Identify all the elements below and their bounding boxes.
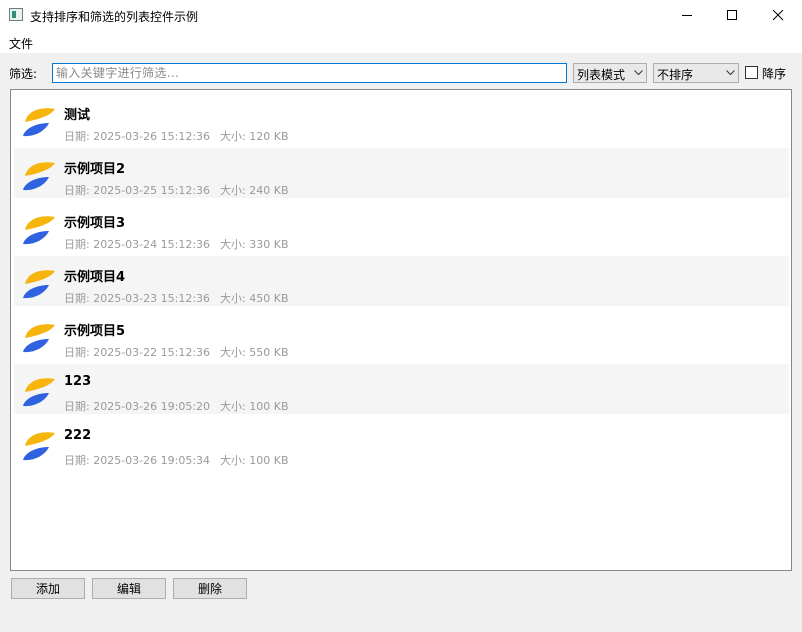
item-icon (23, 162, 55, 191)
delete-button[interactable]: 删除 (173, 578, 247, 599)
item-meta: 日期: 2025-03-25 15:12:36 大小: 240 KB (64, 184, 289, 197)
menu-file[interactable]: 文件 (9, 35, 33, 52)
item-icon (23, 378, 55, 407)
close-button[interactable] (755, 0, 801, 31)
sort-mode-value: 不排序 (657, 68, 694, 82)
item-size: 550 KB (249, 346, 289, 359)
sort-mode-select[interactable]: 不排序 (653, 63, 739, 83)
item-icon (23, 108, 55, 137)
item-list[interactable]: 测试 日期: 2025-03-26 15:12:36 大小: 120 KB 示例项… (10, 89, 792, 571)
item-date: 2025-03-26 19:05:34 (93, 454, 211, 467)
item-icon (23, 270, 55, 299)
item-meta: 日期: 2025-03-22 15:12:36 大小: 550 KB (64, 346, 289, 359)
view-mode-value: 列表模式 (577, 68, 626, 82)
list-item[interactable]: 222 日期: 2025-03-26 19:05:34 大小: 100 KB (14, 418, 789, 468)
item-date: 2025-03-23 15:12:36 (93, 292, 211, 305)
item-size: 100 KB (249, 400, 289, 413)
item-name: 222 (64, 428, 92, 443)
chevron-down-icon (634, 70, 643, 76)
edit-button[interactable]: 编辑 (92, 578, 166, 599)
maximize-icon (726, 10, 737, 20)
item-date: 2025-03-26 19:05:20 (93, 400, 211, 413)
item-icon (23, 216, 55, 245)
item-date: 2025-03-26 15:12:36 (93, 130, 211, 143)
item-size: 330 KB (249, 238, 289, 251)
item-name: 示例项目5 (64, 324, 126, 339)
item-meta: 日期: 2025-03-24 15:12:36 大小: 330 KB (64, 238, 289, 251)
item-icon (23, 324, 55, 353)
item-size: 450 KB (249, 292, 289, 305)
descending-label[interactable]: 降序 (762, 65, 786, 82)
chevron-down-icon (726, 70, 735, 76)
item-meta: 日期: 2025-03-26 19:05:20 大小: 100 KB (64, 400, 289, 413)
item-meta: 日期: 2025-03-23 15:12:36 大小: 450 KB (64, 292, 289, 305)
descending-checkbox[interactable] (745, 66, 758, 79)
item-size: 240 KB (249, 184, 289, 197)
list-item[interactable]: 示例项目5 日期: 2025-03-22 15:12:36 大小: 550 KB (14, 310, 789, 360)
item-meta: 日期: 2025-03-26 19:05:34 大小: 100 KB (64, 454, 289, 467)
item-date: 2025-03-25 15:12:36 (93, 184, 211, 197)
item-name: 123 (64, 374, 92, 389)
title-bar: 支持排序和筛选的列表控件示例 (0, 0, 802, 31)
list-item[interactable]: 示例项目2 日期: 2025-03-25 15:12:36 大小: 240 KB (14, 148, 789, 198)
app-icon (9, 8, 23, 21)
item-size: 120 KB (249, 130, 289, 143)
item-meta: 日期: 2025-03-26 15:12:36 大小: 120 KB (64, 130, 289, 143)
list-item[interactable]: 示例项目4 日期: 2025-03-23 15:12:36 大小: 450 KB (14, 256, 789, 306)
list-item[interactable]: 123 日期: 2025-03-26 19:05:20 大小: 100 KB (14, 364, 789, 414)
item-name: 示例项目3 (64, 216, 126, 231)
menu-bar: 文件 (0, 31, 802, 53)
item-name: 示例项目4 (64, 270, 126, 285)
minimize-icon (681, 15, 692, 16)
item-icon (23, 432, 55, 461)
item-size: 100 KB (249, 454, 289, 467)
list-item[interactable]: 测试 日期: 2025-03-26 15:12:36 大小: 120 KB (14, 94, 789, 144)
window-title: 支持排序和筛选的列表控件示例 (30, 10, 199, 24)
item-name: 示例项目2 (64, 162, 126, 177)
add-button[interactable]: 添加 (11, 578, 85, 599)
filter-label: 筛选: (9, 67, 38, 81)
minimize-button[interactable] (664, 0, 710, 31)
item-name: 测试 (64, 108, 91, 123)
item-date: 2025-03-24 15:12:36 (93, 238, 211, 251)
item-date: 2025-03-22 15:12:36 (93, 346, 211, 359)
list-item[interactable]: 示例项目3 日期: 2025-03-24 15:12:36 大小: 330 KB (14, 202, 789, 252)
maximize-button[interactable] (709, 0, 755, 31)
close-icon (772, 10, 783, 21)
filter-input[interactable] (52, 63, 567, 83)
view-mode-select[interactable]: 列表模式 (573, 63, 647, 83)
